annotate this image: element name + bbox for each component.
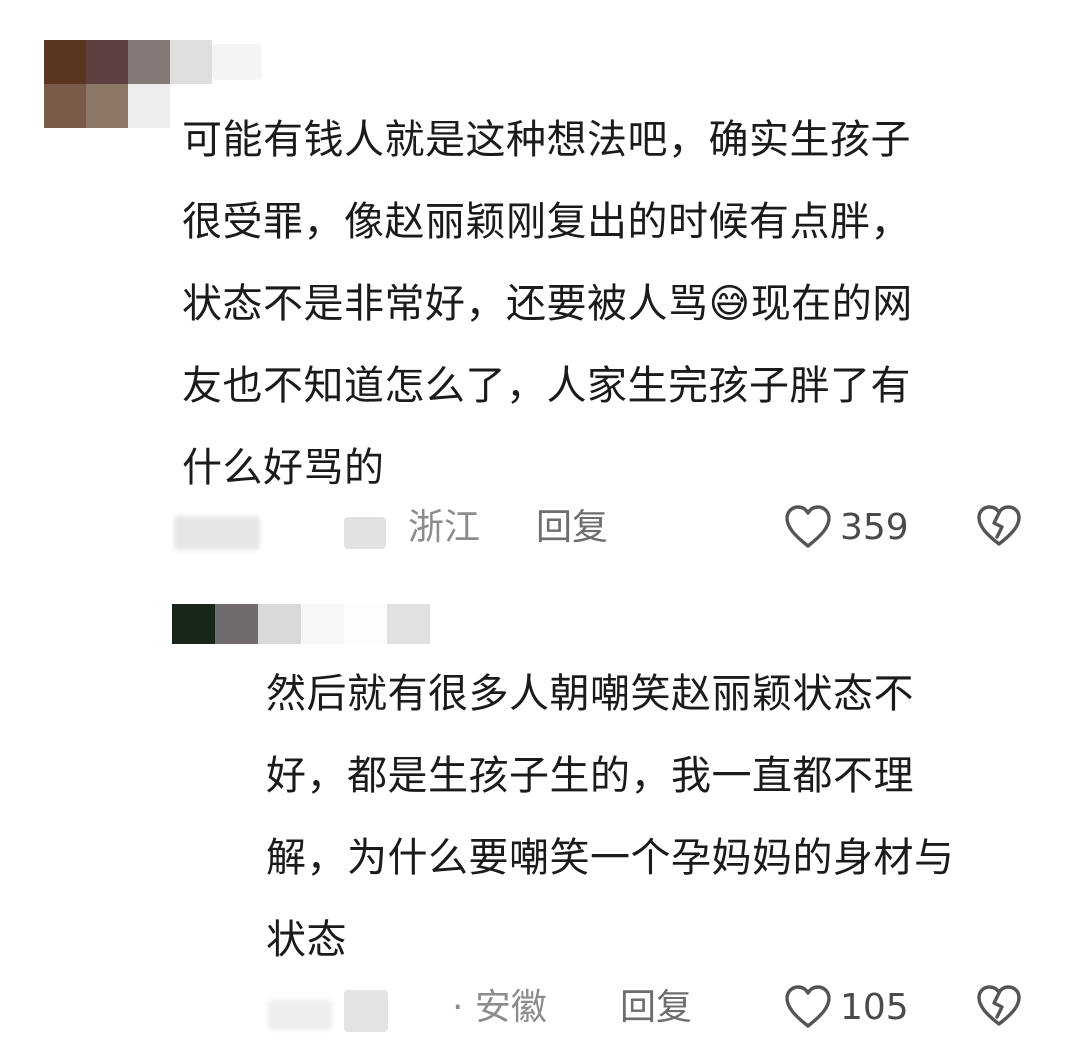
- broken-heart-icon[interactable]: [976, 984, 1022, 1028]
- location: · 安徽: [452, 987, 547, 1028]
- like-count: 105: [840, 987, 909, 1028]
- timestamp: [174, 516, 260, 550]
- timestamp-blur: [344, 990, 388, 1032]
- reply-button[interactable]: 回复: [536, 506, 608, 550]
- timestamp: [268, 1000, 332, 1030]
- broken-heart-icon[interactable]: [976, 504, 1022, 548]
- like-count: 359: [840, 507, 909, 548]
- comment-2-text: 然后就有很多人朝嘲笑赵丽颖状态不 好，都是生孩子生的，我一直都不理 解，为什么要…: [266, 671, 955, 963]
- comment-1-text: 可能有钱人就是这种想法吧，确实生孩子 很受罪，像赵丽颖刚复出的时候有点胖， 状态…: [182, 117, 913, 491]
- username[interactable]: [212, 44, 262, 80]
- avatar[interactable]: [172, 604, 430, 644]
- timestamp-blur: [344, 517, 386, 549]
- heart-outline-icon[interactable]: [784, 984, 832, 1030]
- location: 浙江: [408, 507, 481, 548]
- reply-button[interactable]: 回复: [620, 986, 692, 1030]
- heart-outline-icon[interactable]: [784, 504, 832, 550]
